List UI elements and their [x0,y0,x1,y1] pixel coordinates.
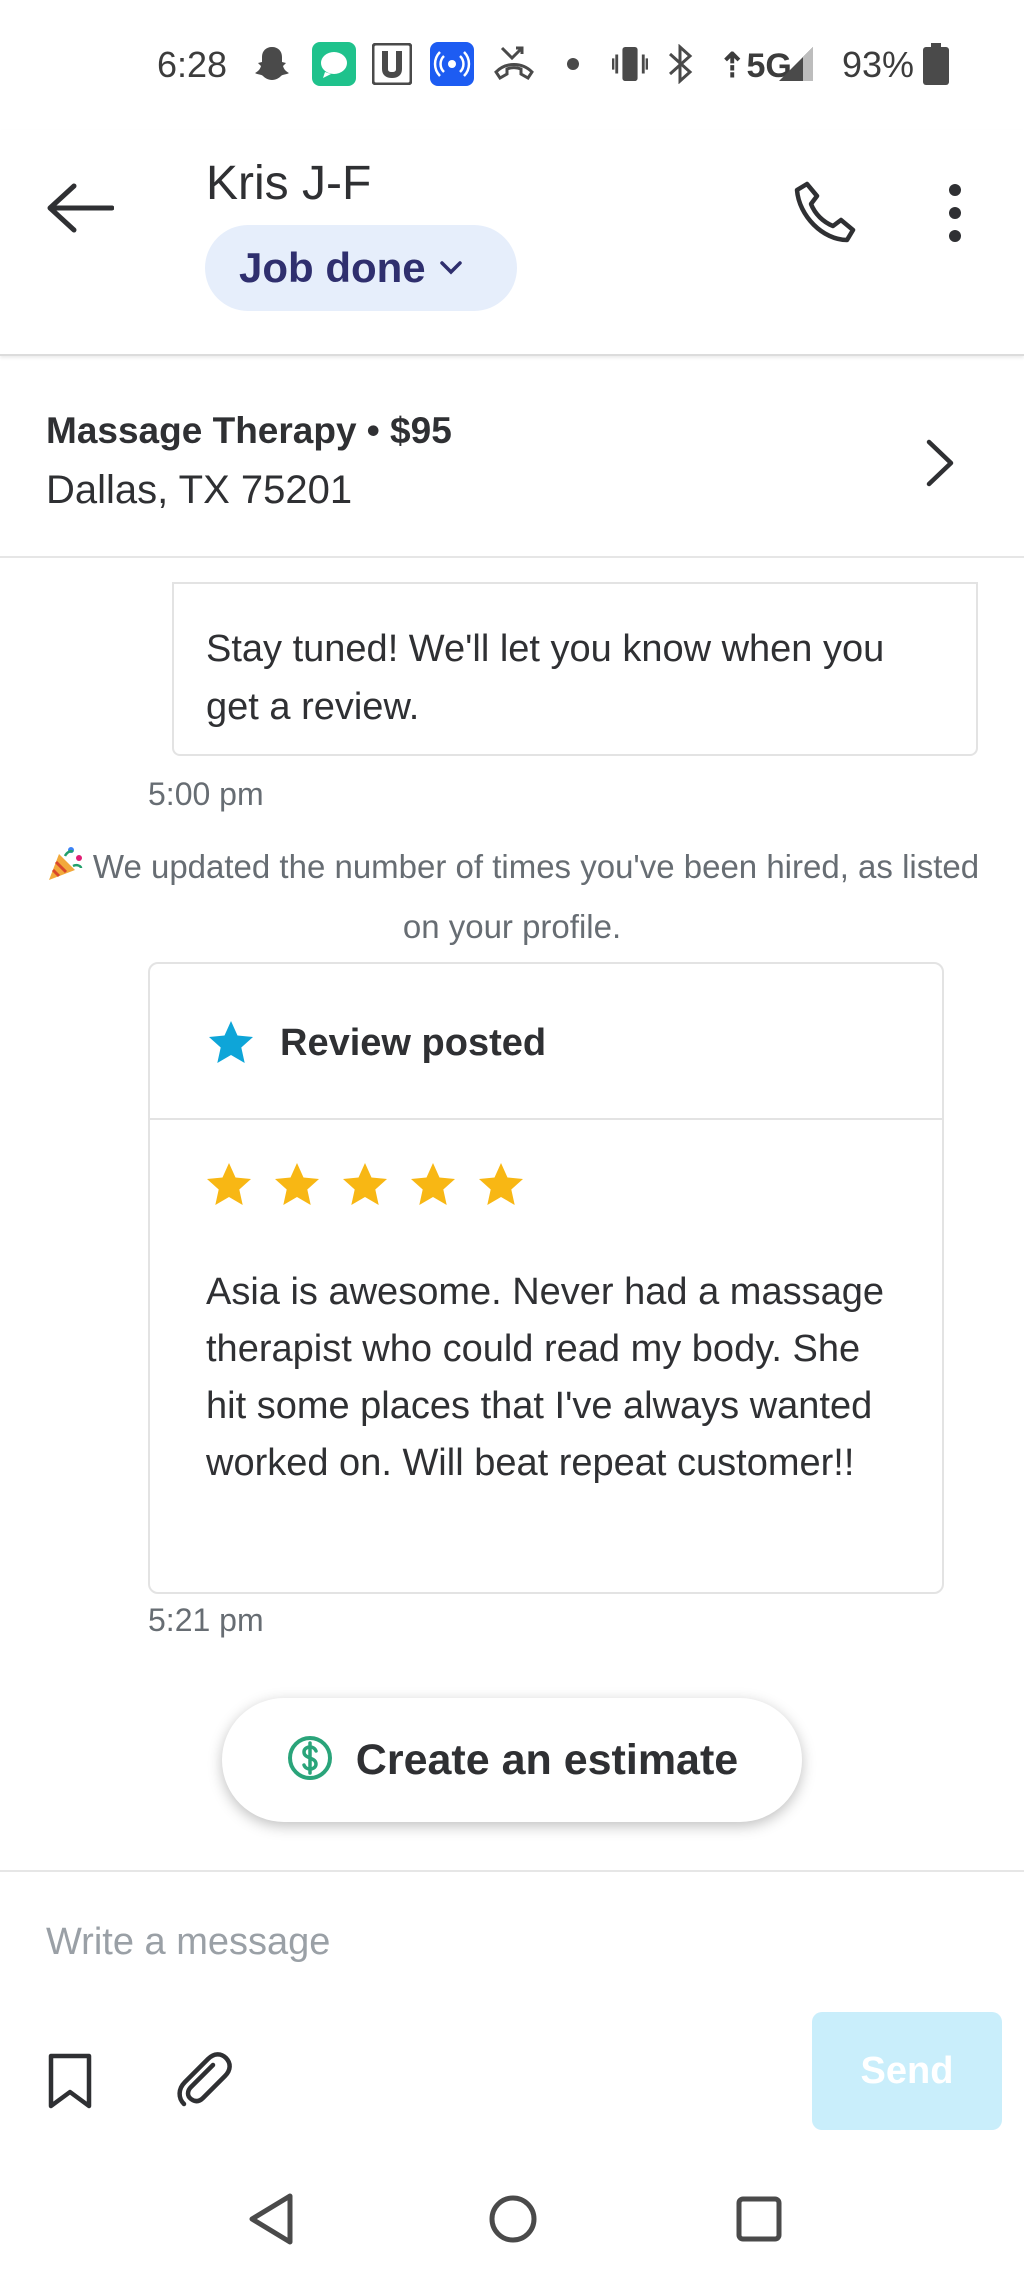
battery-percent: 93% [842,44,915,85]
job-status-dropdown[interactable]: Job done [205,225,517,311]
review-card-header: Review posted [150,964,942,1120]
review-text: Asia is awesome. Never had a massage the… [206,1271,884,1484]
send-button[interactable]: Send [812,2012,1002,2130]
system-note: We updated the number of times you've be… [40,840,984,954]
chevron-right-icon [910,428,970,498]
rating-star-icon [479,1163,523,1205]
more-vertical-icon [947,183,963,248]
u-app-icon [372,42,412,86]
rating-star-icon [343,1163,387,1205]
status-bar: 6:28 ⇡5G 93% [0,0,1024,130]
rating-star-icon [411,1163,455,1205]
review-timestamp: 5:21 pm [148,1602,264,1638]
job-status-label: Job done [239,244,426,291]
chevron-down-icon [439,261,462,275]
message-composer: Send [0,1870,1024,2160]
rating-star-icon [207,1163,251,1205]
message-input[interactable] [46,1902,946,1982]
nav-back-button[interactable] [236,2186,306,2256]
job-title: Massage Therapy • $95 [46,410,452,451]
nav-home-button[interactable] [478,2186,548,2256]
message-text: Stay tuned! We'll let you know when you … [206,628,885,728]
message-thread[interactable]: Stay tuned! We'll let you know when you … [0,558,1024,1870]
divider [174,582,976,584]
bookmark-icon [47,2052,93,2115]
system-nav-bar [0,2160,1024,2276]
nav-back-icon [246,2192,296,2251]
phone-icon [793,180,859,251]
call-button[interactable] [786,170,866,260]
paperclip-icon [175,2051,235,2116]
missed-call-icon [492,42,536,86]
snapchat-icon [252,42,292,86]
dollar-circle-icon [286,1734,334,1787]
bluetooth-icon [666,42,696,86]
review-card: Review posted Asia is awesome. Never had… [148,962,944,1594]
party-popper-icon [45,844,85,900]
more-options-button[interactable] [925,170,985,260]
review-heading: Review posted [280,1022,547,1064]
back-button[interactable] [40,170,120,250]
star-icon [206,1018,256,1068]
rating-star-icon [275,1163,319,1205]
contact-name: Kris J-F [206,157,372,210]
status-time: 6:28 [157,44,228,85]
back-arrow-icon [46,183,115,238]
broadcast-icon [430,42,474,86]
nav-home-icon [488,2194,538,2249]
job-summary-row[interactable]: Massage Therapy • $95 Dallas, TX 75201 [0,358,1024,558]
nav-recents-button[interactable] [724,2186,794,2256]
vibrate-icon [612,42,648,86]
signal-icon [776,42,816,86]
job-location: Dallas, TX 75201 [46,468,353,512]
rating-stars [204,1160,526,1210]
system-note-text: We updated the number of times you've be… [92,848,980,945]
attach-button[interactable] [170,2048,240,2118]
saved-replies-button[interactable] [40,2048,100,2118]
create-estimate-button[interactable]: Create an estimate [222,1698,802,1822]
message-timestamp: 5:00 pm [148,776,264,812]
nav-recents-icon [735,2195,783,2248]
battery-icon [922,42,950,86]
messages-icon [312,42,356,86]
conversation-header: Kris J-F Job done [0,130,1024,356]
message-card: Stay tuned! We'll let you know when you … [172,582,978,756]
dot-icon [566,42,580,86]
create-estimate-label: Create an estimate [355,1735,739,1784]
